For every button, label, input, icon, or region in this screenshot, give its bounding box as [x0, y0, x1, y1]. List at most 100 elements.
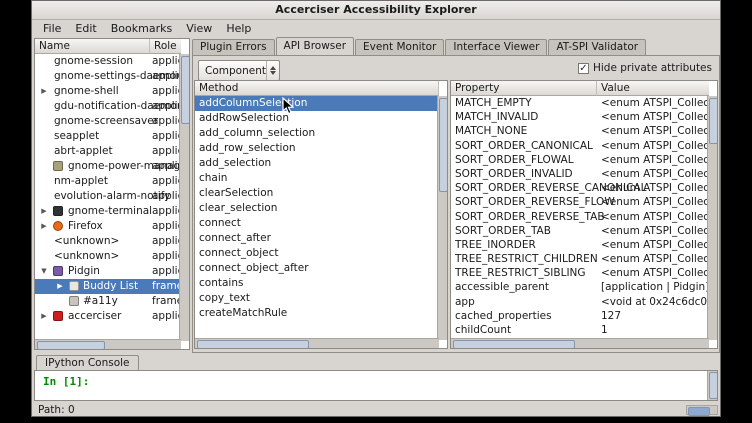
tree-row[interactable]: gdu-notification-daemonapplic...	[35, 99, 181, 114]
pidgin-icon	[53, 266, 63, 276]
tree-row[interactable]: Firefoxapplic...	[35, 219, 181, 234]
properties-pane: Property Value MATCH_EMPTY<enum ATSPI_Co…	[450, 80, 718, 349]
tree-row[interactable]: gnome-power-managerapplic...	[35, 159, 181, 174]
property-row[interactable]: SORT_ORDER_CANONICAL<enum ATSPI_Collecti…	[451, 139, 709, 153]
component-combobox[interactable]: Component	[198, 60, 280, 81]
tab-atspi-validator[interactable]: AT-SPI Validator	[548, 39, 646, 55]
tree-row[interactable]: abrt-appletapplic...	[35, 144, 181, 159]
method-row[interactable]: addRowSelection	[195, 111, 439, 126]
tree-vertical-scrollbar[interactable]	[179, 54, 189, 341]
column-header-name[interactable]: Name	[35, 39, 150, 54]
property-row[interactable]: MATCH_INVALID<enum ATSPI_Collection_M	[451, 110, 709, 124]
property-row[interactable]: MATCH_EMPTY<enum ATSPI_Collection_M	[451, 96, 709, 110]
tree-row[interactable]: <unknown>applic...	[35, 234, 181, 249]
expander-icon[interactable]	[39, 84, 49, 99]
tree-row[interactable]: Pidginapplic...	[35, 264, 181, 279]
expander-icon[interactable]	[55, 279, 65, 294]
tree-row[interactable]: gnome-screensaverapplic...	[35, 114, 181, 129]
menu-bookmarks[interactable]: Bookmarks	[104, 20, 179, 37]
property-row[interactable]: TREE_INORDER<enum ATSPI_Collection_T	[451, 238, 709, 252]
method-row[interactable]: copy_text	[195, 291, 439, 306]
expander-icon[interactable]	[39, 219, 49, 234]
property-row[interactable]: TREE_RESTRICT_SIBLING<enum ATSPI_Collect…	[451, 266, 709, 280]
tree-row-selected[interactable]: Buddy Listframe	[35, 279, 181, 294]
property-row[interactable]: SORT_ORDER_INVALID<enum ATSPI_Collection…	[451, 167, 709, 181]
method-row[interactable]: createMatchRule	[195, 306, 439, 321]
hide-private-attributes[interactable]: ✓ Hide private attributes	[578, 62, 712, 74]
column-header-method[interactable]: Method	[195, 81, 439, 96]
menu-view[interactable]: View	[179, 20, 219, 37]
tree-row[interactable]: gnome-settings-daemonapplic...	[35, 69, 181, 84]
tab-api-browser[interactable]: API Browser	[276, 37, 355, 55]
checkbox-checked-icon[interactable]: ✓	[578, 63, 589, 74]
tree-row[interactable]: gnome-shellapplic...	[35, 84, 181, 99]
methods-vscroll-thumb[interactable]	[439, 98, 448, 192]
tree-row[interactable]: accerciserapplic...	[35, 309, 181, 324]
tab-ipython-console[interactable]: IPython Console	[36, 355, 139, 371]
property-row[interactable]: accessible_parent[application | Pidgin]	[451, 280, 709, 294]
expander-icon[interactable]	[39, 204, 49, 219]
methods-hscroll-thumb[interactable]	[197, 340, 309, 349]
column-header-property[interactable]: Property	[451, 81, 597, 96]
menu-file[interactable]: File	[36, 20, 68, 37]
buddy-list-icon	[69, 281, 79, 291]
property-row[interactable]: cached_properties127	[451, 309, 709, 323]
column-header-role[interactable]: Role	[150, 39, 181, 54]
tree-hscroll-thumb[interactable]	[37, 341, 105, 350]
tab-plugin-errors[interactable]: Plugin Errors	[192, 39, 275, 55]
method-row-selected[interactable]: addColumnSelection	[195, 96, 439, 111]
method-row[interactable]: add_selection	[195, 156, 439, 171]
properties-hscroll-thumb[interactable]	[453, 340, 575, 349]
method-row[interactable]: add_column_selection	[195, 126, 439, 141]
notebook-tabs: Plugin Errors API Browser Event Monitor …	[192, 38, 647, 55]
mouse-cursor	[282, 97, 294, 115]
tree-row[interactable]: <unknown>applic...	[35, 249, 181, 264]
methods-horizontal-scrollbar[interactable]	[195, 338, 439, 348]
tab-interface-viewer[interactable]: Interface Viewer	[445, 39, 547, 55]
tree-horizontal-scrollbar[interactable]	[35, 339, 181, 349]
method-row[interactable]: clearSelection	[195, 186, 439, 201]
properties-vertical-scrollbar[interactable]	[707, 96, 717, 340]
method-row[interactable]: add_row_selection	[195, 141, 439, 156]
titlebar[interactable]: Accerciser Accessibility Explorer	[32, 1, 720, 20]
menu-edit[interactable]: Edit	[68, 20, 103, 37]
method-row[interactable]: contains	[195, 276, 439, 291]
status-scrollbar[interactable]	[686, 405, 718, 415]
expander-icon[interactable]	[39, 264, 49, 279]
method-row[interactable]: connect_object	[195, 246, 439, 261]
method-row[interactable]: clear_selection	[195, 201, 439, 216]
methods-list: addColumnSelection addRowSelection add_c…	[195, 96, 439, 340]
spin-arrows-icon[interactable]	[266, 61, 279, 80]
tree-row[interactable]: gnome-terminalapplic...	[35, 204, 181, 219]
tree-row[interactable]: seappletapplic...	[35, 129, 181, 144]
property-row[interactable]: childCount1	[451, 323, 709, 337]
tree-row[interactable]: nm-appletapplic...	[35, 174, 181, 189]
status-scrollbar-thumb[interactable]	[688, 407, 710, 416]
tree-row[interactable]: gnome-sessionapplic...	[35, 54, 181, 69]
ipython-console[interactable]: In [1]:	[34, 370, 718, 401]
methods-vertical-scrollbar[interactable]	[437, 96, 447, 340]
console-vertical-scrollbar[interactable]	[707, 371, 717, 400]
property-row[interactable]: SORT_ORDER_REVERSE_CANONICAL<enum ATSPI_…	[451, 181, 709, 195]
property-row[interactable]: SORT_ORDER_REVERSE_TAB<enum ATSPI_Collec…	[451, 210, 709, 224]
menu-help[interactable]: Help	[219, 20, 258, 37]
expander-icon[interactable]	[39, 309, 49, 324]
method-row[interactable]: connect_after	[195, 231, 439, 246]
property-row[interactable]: app<void at 0x24c6dc0>	[451, 295, 709, 309]
tree-row[interactable]: #a11yframe	[35, 294, 181, 309]
property-row[interactable]: TREE_RESTRICT_CHILDREN<enum ATSPI_Collec…	[451, 252, 709, 266]
properties-vscroll-thumb[interactable]	[709, 98, 718, 144]
tree-row[interactable]: evolution-alarm-notifyapplic...	[35, 189, 181, 204]
tree-vscroll-thumb[interactable]	[181, 56, 190, 124]
console-vscroll-thumb[interactable]	[709, 372, 718, 399]
tab-event-monitor[interactable]: Event Monitor	[355, 39, 444, 55]
method-row[interactable]: chain	[195, 171, 439, 186]
property-row[interactable]: SORT_ORDER_REVERSE_FLOW<enum ATSPI_Colle…	[451, 195, 709, 209]
property-row[interactable]: SORT_ORDER_FLOWAL<enum ATSPI_Collection_…	[451, 153, 709, 167]
property-row[interactable]: MATCH_NONE<enum ATSPI_Collection_M	[451, 124, 709, 138]
column-header-value[interactable]: Value	[597, 81, 709, 96]
method-row[interactable]: connect	[195, 216, 439, 231]
properties-horizontal-scrollbar[interactable]	[451, 338, 709, 348]
method-row[interactable]: connect_object_after	[195, 261, 439, 276]
property-row[interactable]: SORT_ORDER_TAB<enum ATSPI_Collection_S	[451, 224, 709, 238]
